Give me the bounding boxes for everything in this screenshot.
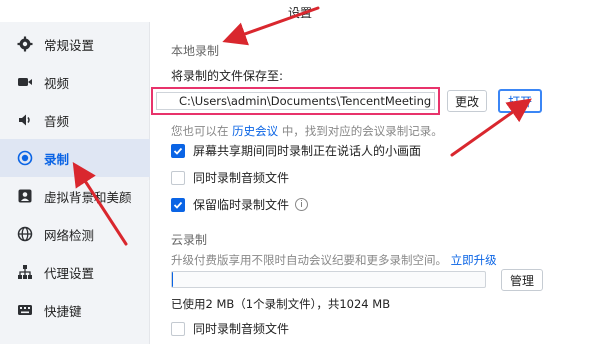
sidebar-item-network-test[interactable]: 网络检测 [0,215,150,253]
option-label: 屏幕共享期间同时录制正在说话人的小画面 [193,144,422,158]
cloud-storage-progress [171,271,486,288]
open-folder-button[interactable]: 打开 [498,89,542,113]
title-bar: 设置 [0,0,600,22]
sidebar-item-label: 视频 [44,75,70,91]
save-path-highlight: C:\Users\admin\Documents\TencentMeeting [151,87,440,115]
history-hint-prefix: 您也可以在 [171,124,229,138]
sidebar-item-shortcuts[interactable]: 快捷键 [0,291,150,329]
recording-settings-panel: 本地录制 将录制的文件保存至: C:\Users\admin\Documents… [151,22,600,344]
network-hierarchy-icon [16,263,34,281]
option-record-audio-file[interactable]: 同时录制音频文件 [171,169,289,186]
sidebar-item-label: 常规设置 [44,37,95,53]
option-label: 同时录制音频文件 [193,171,290,185]
info-icon[interactable]: i [295,198,309,211]
portrait-icon [16,187,34,205]
history-meetings-link[interactable]: 历史会议 [232,124,278,138]
change-path-button[interactable]: 更改 [447,90,487,112]
sidebar-item-virtual-background[interactable]: 虚拟背景和美颜 [0,177,150,215]
speaker-icon [16,111,34,129]
local-recording-title: 本地录制 [171,44,220,58]
sidebar-item-label: 网络检测 [44,227,95,243]
cloud-upgrade-hint: 升级付费版享用不限时自动会议纪要和更多录制空间。 立即升级 [171,252,497,268]
sidebar-item-label: 录制 [44,151,70,167]
sidebar-item-general[interactable]: 常规设置 [0,25,150,63]
option-keep-temp-files[interactable]: 保留临时录制文件 i [171,196,309,213]
history-hint: 您也可以在 历史会议 中，找到对应的会议录制记录。 [171,123,443,139]
cloud-upgrade-text: 升级付费版享用不限时自动会议纪要和更多录制空间。 [171,253,447,267]
cloud-usage-text: 已使用2 MB（1个录制文件），共1024 MB [171,297,391,311]
record-icon [16,149,34,167]
cloud-storage-progress-fill [172,272,173,287]
sidebar-item-label: 代理设置 [44,265,95,281]
sidebar-item-label: 音频 [44,113,70,129]
checkbox-checked[interactable] [171,197,185,212]
manage-cloud-button[interactable]: 管理 [501,269,543,291]
save-location-label: 将录制的文件保存至: [171,69,284,83]
settings-sidebar: 常规设置 视频 音频 录制 虚拟背景和美颜 网络检测 代理设置 快捷键 [0,22,150,344]
window-title: 设置 [287,6,312,20]
checkbox-checked[interactable] [171,143,185,158]
sidebar-item-video[interactable]: 视频 [0,63,150,101]
keyboard-icon [16,301,34,319]
option-cloud-record-audio[interactable]: 同时录制音频文件 [171,320,289,337]
video-camera-icon [16,73,34,91]
option-screen-share-speaker[interactable]: 屏幕共享期间同时录制正在说话人的小画面 [171,142,421,159]
sidebar-item-audio[interactable]: 音频 [0,101,150,139]
gear-icon [16,35,34,53]
option-label: 保留临时录制文件 [193,198,290,212]
history-hint-suffix: 中，找到对应的会议录制记录。 [281,124,443,138]
sidebar-item-proxy[interactable]: 代理设置 [0,253,150,291]
sidebar-item-label: 虚拟背景和美颜 [44,189,132,205]
checkbox-unchecked[interactable] [171,321,185,336]
cloud-recording-title: 云录制 [171,233,208,247]
sidebar-item-recording[interactable]: 录制 [0,139,150,177]
globe-icon [16,225,34,243]
sidebar-item-label: 快捷键 [44,303,82,319]
upgrade-now-link[interactable]: 立即升级 [451,253,497,267]
save-path-field[interactable]: C:\Users\admin\Documents\TencentMeeting [156,92,435,110]
checkbox-unchecked[interactable] [171,170,185,185]
option-label: 同时录制音频文件 [193,322,290,336]
